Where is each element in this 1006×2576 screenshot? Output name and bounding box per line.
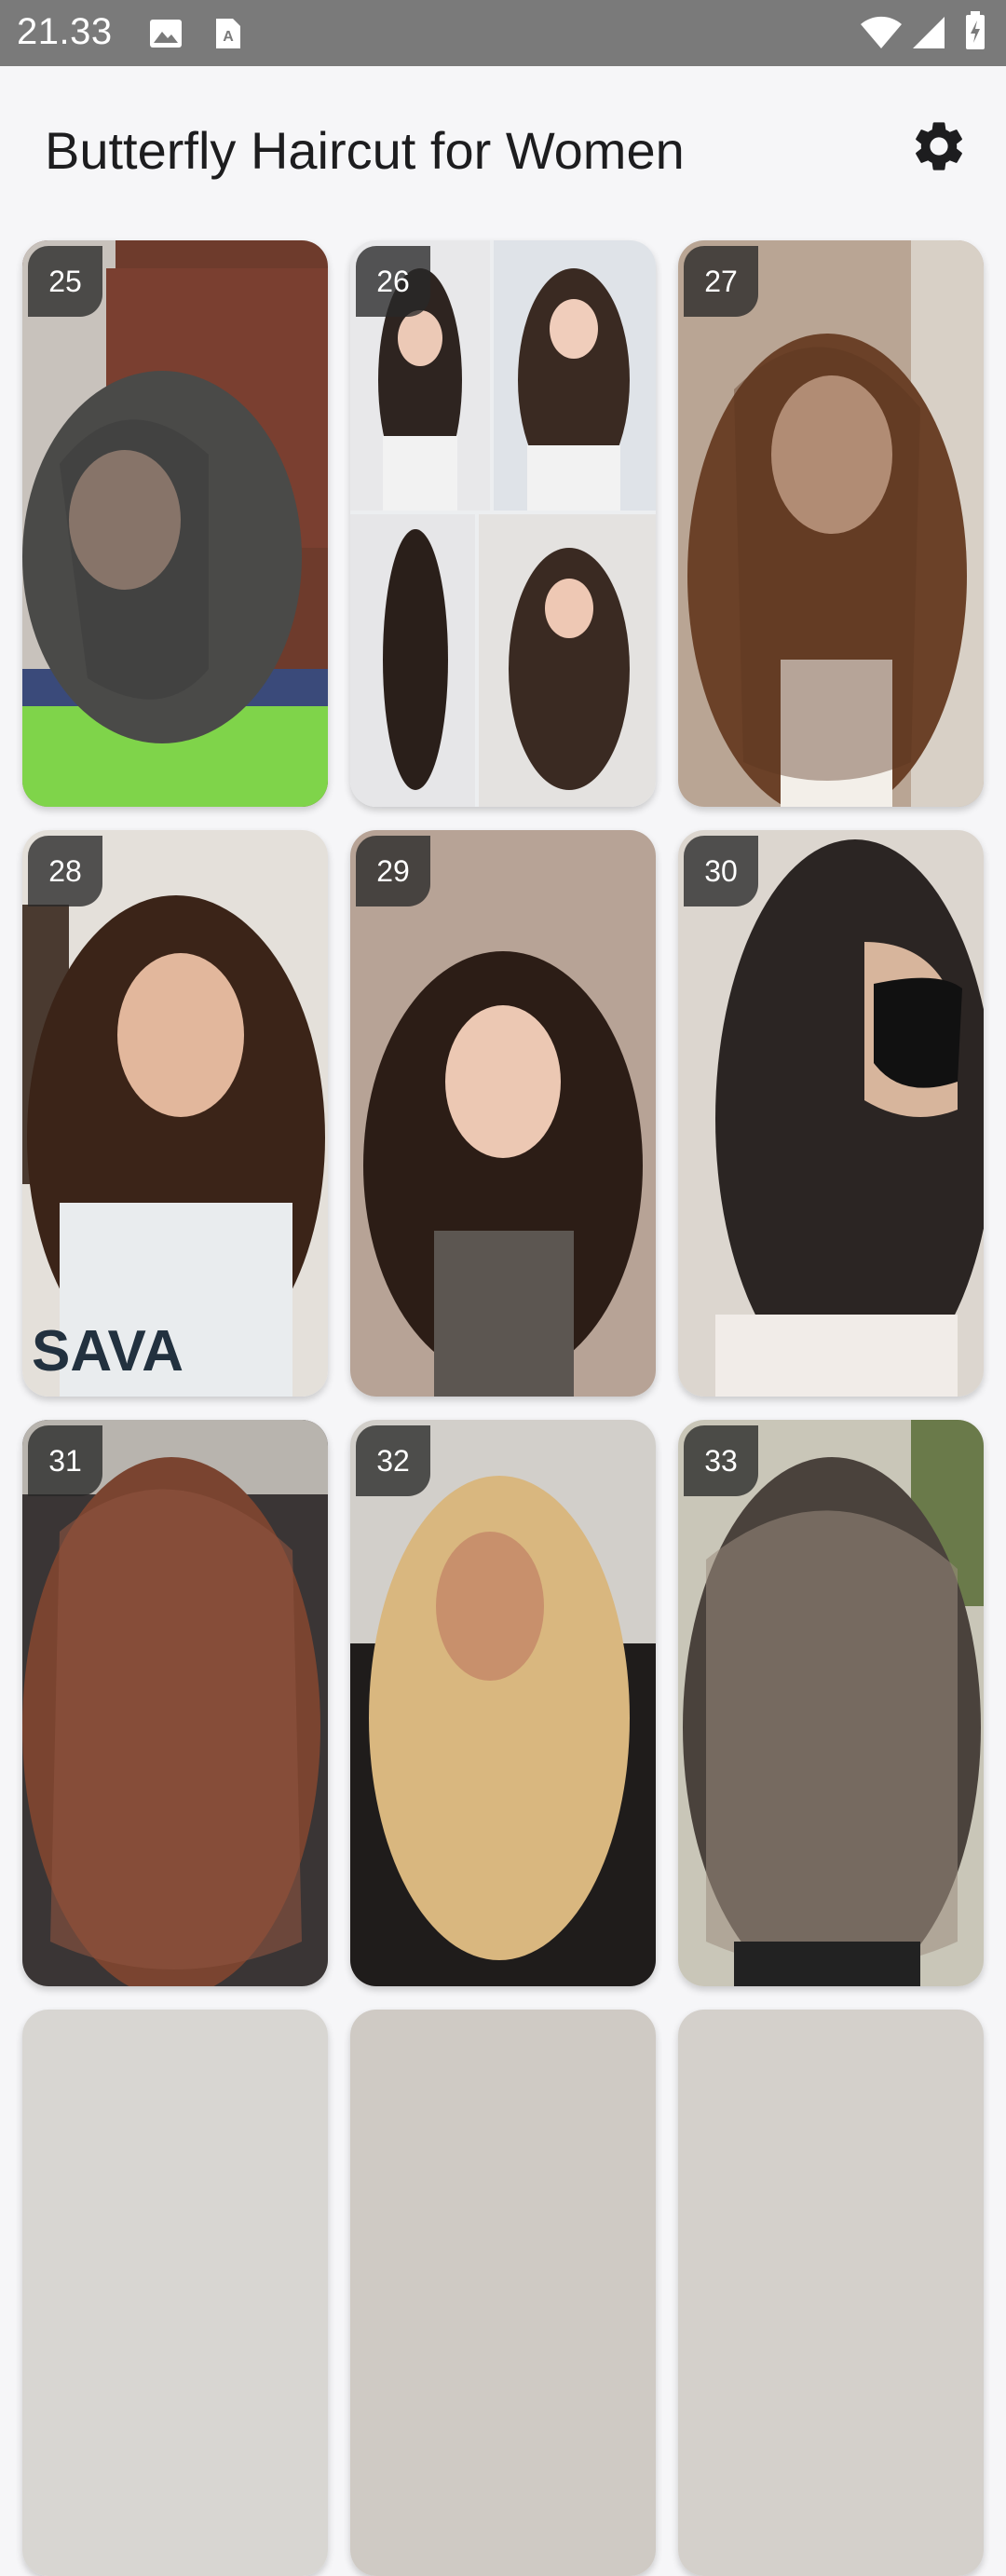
battery-charging-icon <box>966 11 985 49</box>
gallery-item[interactable] <box>678 2010 984 2576</box>
haircut-photo <box>22 240 328 807</box>
haircut-photo: SAVA <box>22 830 328 1397</box>
font-icon: A <box>216 19 240 48</box>
haircut-photo <box>678 1420 984 1986</box>
gallery-item[interactable]: SAVA 28 <box>22 830 328 1397</box>
signal-icon <box>913 17 945 48</box>
status-time: 21.33 <box>17 11 113 52</box>
haircut-photo <box>22 1420 328 1986</box>
gallery-item[interactable]: 26 <box>350 240 656 807</box>
haircut-photo <box>350 240 656 807</box>
gallery-item[interactable]: 32 <box>350 1420 656 1986</box>
haircut-photo <box>350 2010 656 2576</box>
gallery-item[interactable] <box>22 2010 328 2576</box>
gallery-item[interactable] <box>350 2010 656 2576</box>
item-number-badge: 25 <box>28 246 102 317</box>
gallery-item[interactable]: 31 <box>22 1420 328 1986</box>
haircut-photo <box>22 2010 328 2576</box>
gallery-item[interactable]: 27 <box>678 240 984 807</box>
haircut-photo <box>678 2010 984 2576</box>
item-number-badge: 28 <box>28 836 102 906</box>
haircut-photo <box>350 1420 656 1986</box>
item-number-badge: 33 <box>684 1425 758 1496</box>
haircut-photo <box>678 830 984 1397</box>
item-number-badge: 30 <box>684 836 758 906</box>
status-bar: 21.33 A <box>0 0 1006 66</box>
svg-text:SAVA: SAVA <box>32 1319 184 1383</box>
gallery-item[interactable]: 29 <box>350 830 656 1397</box>
gallery-item[interactable]: 30 <box>678 830 984 1397</box>
haircut-photo <box>350 830 656 1397</box>
haircut-photo <box>678 240 984 807</box>
gallery-item[interactable]: 25 <box>22 240 328 807</box>
item-number-badge: 31 <box>28 1425 102 1496</box>
gallery-item[interactable]: 33 <box>678 1420 984 1986</box>
wifi-icon <box>861 16 902 48</box>
item-number-badge: 27 <box>684 246 758 317</box>
page-title: Butterfly Haircut for Women <box>45 121 685 180</box>
item-number-badge: 26 <box>356 246 430 317</box>
item-number-badge: 29 <box>356 836 430 906</box>
image-icon <box>150 20 182 48</box>
gear-icon[interactable] <box>909 116 969 176</box>
item-number-badge: 32 <box>356 1425 430 1496</box>
app-bar: Butterfly Haircut for Women <box>0 66 1006 234</box>
svg-text:A: A <box>223 29 234 45</box>
